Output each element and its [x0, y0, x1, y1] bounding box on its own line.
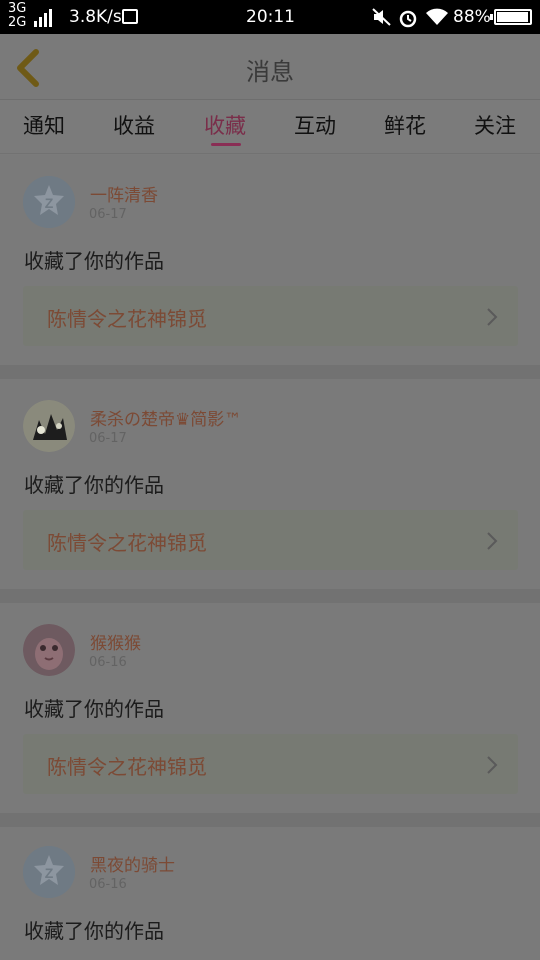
- tab-notifications[interactable]: 通知: [9, 110, 79, 140]
- svg-text:Z: Z: [45, 865, 54, 881]
- message-card: 猴猴猴 06-16 收藏了你的作品 陈情令之花神锦觅: [0, 603, 540, 813]
- work-link[interactable]: 陈情令之花神锦觅: [23, 734, 518, 794]
- user-avatar[interactable]: [23, 624, 75, 676]
- top-nav-bar: 消息: [0, 34, 540, 100]
- username-link[interactable]: 一阵清香: [90, 181, 158, 206]
- user-avatar[interactable]: [23, 400, 75, 452]
- message-date: 06-17: [89, 431, 127, 446]
- tab-interactions[interactable]: 互动: [280, 110, 350, 140]
- work-title: 陈情令之花神锦觅: [47, 531, 207, 555]
- mute-icon: [372, 8, 391, 26]
- card-divider: [0, 589, 540, 603]
- username-link[interactable]: 黑夜的骑士: [90, 851, 175, 876]
- message-text: 收藏了你的作品: [24, 249, 164, 273]
- status-bar: 3G 2G 3.8K/s 20:11 88%: [0, 0, 540, 34]
- default-avatar-icon[interactable]: Z: [23, 176, 75, 228]
- clock: 20:11: [246, 7, 295, 27]
- work-link[interactable]: 陈情令之花神锦觅: [23, 510, 518, 570]
- battery-icon: [490, 9, 532, 25]
- message-date: 06-17: [89, 207, 127, 222]
- default-avatar-icon[interactable]: Z: [23, 846, 75, 898]
- tab-following[interactable]: 关注: [460, 110, 530, 140]
- message-text: 收藏了你的作品: [24, 697, 164, 721]
- work-title: 陈情令之花神锦觅: [47, 755, 207, 779]
- chevron-right-icon: [487, 308, 498, 326]
- card-divider: [0, 365, 540, 379]
- tab-bar: 通知 收益 收藏 互动 鲜花 关注: [0, 100, 540, 154]
- wifi-icon: [426, 8, 448, 25]
- page-title: 消息: [246, 58, 294, 86]
- username-link[interactable]: 猴猴猴: [90, 629, 141, 654]
- tab-flowers[interactable]: 鲜花: [370, 110, 440, 140]
- network-type: 3G 2G: [8, 1, 27, 30]
- work-link[interactable]: 陈情令之花神锦觅: [23, 286, 518, 346]
- network-speed: 3.8K/s: [69, 7, 122, 27]
- tab-earnings[interactable]: 收益: [99, 110, 169, 140]
- signal-icon: [34, 3, 60, 27]
- svg-text:Z: Z: [45, 195, 54, 211]
- alarm-icon: [399, 10, 417, 28]
- message-card: Z 黑夜的骑士 06-16 收藏了你的作品: [0, 827, 540, 960]
- work-title: 陈情令之花神锦觅: [47, 307, 207, 331]
- message-text: 收藏了你的作品: [24, 473, 164, 497]
- card-divider: [0, 813, 540, 827]
- message-text: 收藏了你的作品: [24, 919, 164, 943]
- active-tab-indicator: [211, 143, 241, 146]
- tab-favorites[interactable]: 收藏: [190, 110, 260, 140]
- chevron-right-icon: [487, 756, 498, 774]
- message-date: 06-16: [89, 877, 127, 892]
- screenshot-icon: [122, 9, 138, 24]
- message-card: 柔杀の楚帝♛简影™ 06-17 收藏了你的作品 陈情令之花神锦觅: [0, 379, 540, 589]
- chevron-right-icon: [487, 532, 498, 550]
- message-card: Z 一阵清香 06-17 收藏了你的作品 陈情令之花神锦觅: [0, 155, 540, 365]
- battery-percent: 88%: [453, 7, 491, 27]
- message-date: 06-16: [89, 655, 127, 670]
- username-link[interactable]: 柔杀の楚帝♛简影™: [90, 405, 241, 430]
